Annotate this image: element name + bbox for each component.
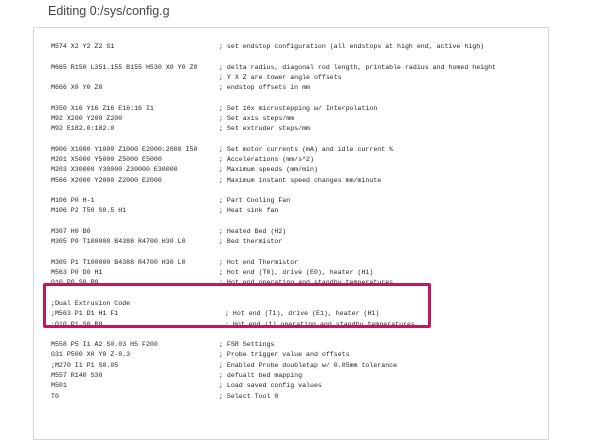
code-comment: ; Y X Z are tower angle offsets xyxy=(219,73,342,81)
code-comment: ; delta radius, diagonal rod length, pri… xyxy=(219,63,496,71)
code-line: M574 X2 Y2 Z2 S1 ; set endstop configurat… xyxy=(51,42,544,52)
code-command: G31 P500 X0 Y0 Z-0.3 xyxy=(51,351,131,359)
code-command: M563 P0 D0 H1 xyxy=(51,269,103,277)
code-command: M574 X2 Y2 Z2 S1 xyxy=(51,43,115,50)
code-line: ;M270 I1 P1 S0.05 ; Enabled Probe doublet… xyxy=(51,361,544,371)
code-line: M906 X1000 Y1000 Z1000 E2000:2000 I50 ; S… xyxy=(51,145,544,155)
code-line: ; Y X Z are tower angle offsets xyxy=(51,73,544,83)
code-command: M566 X2000 Y2000 Z2000 E2000 xyxy=(51,176,162,184)
code-command: M201 X5000 Y5000 Z5000 E5000 xyxy=(51,156,162,164)
code-comment: ; Set axis steps/mm xyxy=(219,114,295,122)
code-command: M558 P5 I1 A2 S0.03 H5 F200 xyxy=(51,341,158,349)
code-command: M203 X30000 Y30000 Z30000 E30000 xyxy=(51,166,178,174)
code-comment: ; Part Cooling Fan xyxy=(219,197,291,205)
code-line: M666 X0 Y0 Z0 ; endstop offsets in mm xyxy=(51,83,544,93)
code-comment: ; Hot end (T0), drive (E0), heater (H1) xyxy=(219,269,374,277)
code-command: ;M270 I1 P1 S0.05 xyxy=(51,361,119,369)
code-command: M665 R150 L351.155 B155 H530 X0 Y0 Z0 xyxy=(51,63,198,71)
code-comment: ; defualt bed mapping xyxy=(219,371,303,379)
code-line: M106 P2 T50 S0.5 H1 ; Heat sink fan xyxy=(51,206,544,216)
code-command: M106 P2 T50 S0.5 H1 xyxy=(51,207,127,215)
code-line: M558 P5 I1 A2 S0.03 H5 F200 ; FSR Setting… xyxy=(51,340,544,350)
code-comment: ; Select Tool 0 xyxy=(219,392,279,400)
code-line: M92 X200 Y200 Z200 ; Set axis steps/mm xyxy=(51,114,544,124)
code-command: M501 xyxy=(51,382,67,390)
code-line: M563 P0 D0 H1 ; Hot end (T0), drive (E0),… xyxy=(51,268,544,278)
code-comment: ; Hot end Thermistor xyxy=(219,258,299,266)
code-line: M665 R150 L351.155 B155 H530 X0 Y0 Z0 ; d… xyxy=(51,63,544,73)
code-line: M106 P0 H-1 ; Part Cooling Fan xyxy=(51,196,544,206)
page-title: Editing 0:/sys/config.g xyxy=(48,4,170,18)
code-command: M92 E182.0:182.0 xyxy=(51,125,115,133)
code-line: M501 ; Load saved config values xyxy=(51,381,544,391)
code-line: T0 ; Select Tool 0 xyxy=(51,392,544,402)
code-comment: ; Maximum instant speed changes mm/minut… xyxy=(219,176,382,184)
code-line: M566 X2000 Y2000 Z2000 E2000 ; Maximum in… xyxy=(51,176,544,186)
code-comment: ; Enabled Probe doubletap w/ 0.05mm tole… xyxy=(219,361,398,369)
code-line: G31 P500 X0 Y0 Z-0.3 ; Probe trigger valu… xyxy=(51,350,544,360)
code-editor[interactable]: M574 X2 Y2 Z2 S1 ; set endstop configurat… xyxy=(33,27,549,440)
code-line: M203 X30000 Y30000 Z30000 E30000 ; Maximu… xyxy=(51,165,544,175)
code-line: M307 H0 B0 ; Heated Bed (H2) xyxy=(51,227,544,237)
code-command: M106 P0 H-1 xyxy=(51,197,95,205)
code-command: M906 X1000 Y1000 Z1000 E2000:2000 I50 xyxy=(51,145,198,153)
code-line: M305 P0 T100000 B4388 R4700 H30 L0 ; Bed … xyxy=(51,237,544,247)
code-comment: ; Heat sink fan xyxy=(219,207,279,215)
code-comment: ; Maximum speeds (mm/min) xyxy=(219,166,318,174)
code-line: M201 X5000 Y5000 Z5000 E5000 ; Accelerati… xyxy=(51,155,544,165)
code-comment: ; FSR Settings xyxy=(219,341,275,349)
code-comment: ; Heated Bed (H2) xyxy=(219,228,287,236)
code-comment: ; Accelerations (mm/s^2) xyxy=(219,156,314,164)
code-comment: ; Set extruder steps/mm xyxy=(219,125,311,133)
code-comment: ; endstop offsets in mm xyxy=(219,84,311,92)
code-comment: ; Load saved config values xyxy=(219,382,322,390)
code-command: M92 X200 Y200 Z200 xyxy=(51,114,123,122)
code-line: M305 P1 T100000 B4388 R4700 H30 L0 ; Hot … xyxy=(51,258,544,268)
code-command: T0 xyxy=(51,392,59,400)
code-command: M307 H0 B0 xyxy=(51,228,91,236)
code-line: M557 R140 S30 ; defualt bed mapping xyxy=(51,371,544,381)
code-line: M350 X16 Y16 Z16 E16:16 I1 ; Set 16x micr… xyxy=(51,104,544,114)
code-command: M666 X0 Y0 Z0 xyxy=(51,84,103,92)
code-command: M557 R140 S30 xyxy=(51,371,103,379)
code-comment: ; Probe trigger value and offsets xyxy=(219,351,350,359)
code-comment: ; Set 16x microstepping w/ Interpolation xyxy=(219,104,378,112)
code-command: M305 P1 T100000 B4388 R4700 H30 L0 xyxy=(51,258,186,266)
code-comment: ; Set motor currents (mA) and idle curre… xyxy=(219,145,394,153)
code-comment: ; Bed thermistor xyxy=(219,238,283,246)
highlight-box xyxy=(43,283,431,328)
code-lines: M574 X2 Y2 Z2 S1 ; set endstop configurat… xyxy=(34,28,548,439)
code-command: M350 X16 Y16 Z16 E16:16 I1 xyxy=(51,104,154,112)
code-comment: ; set endstop configuration (all endstop… xyxy=(219,43,485,50)
code-command: M305 P0 T100000 B4388 R4700 H30 L0 xyxy=(51,238,186,246)
code-line: M92 E182.0:182.0 ; Set extruder steps/mm xyxy=(51,124,544,134)
